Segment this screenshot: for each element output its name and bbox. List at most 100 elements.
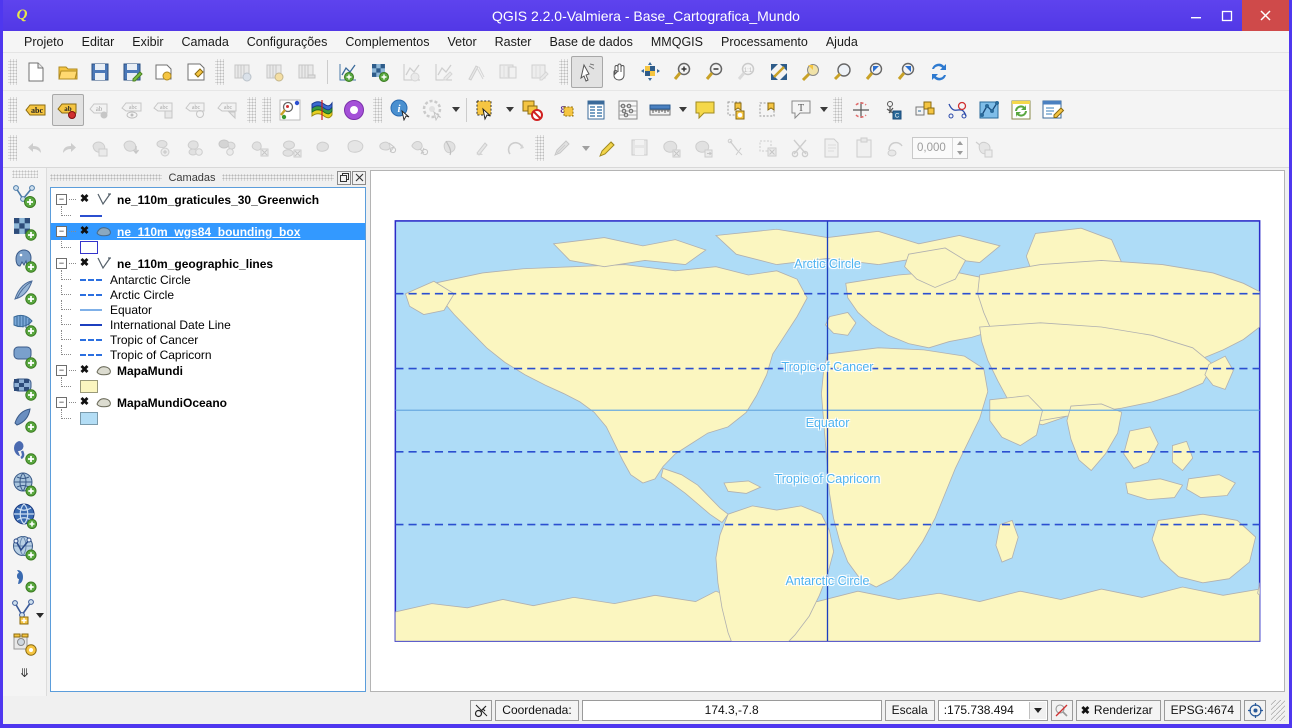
label-move-button[interactable]: ab	[84, 94, 116, 126]
settings-gear-button[interactable]	[338, 94, 370, 126]
text-annotation-button[interactable]: T	[785, 94, 817, 126]
toolbar-grip-3[interactable]	[559, 58, 568, 85]
expander-icon[interactable]: −	[56, 258, 67, 269]
current-edits-button[interactable]	[592, 132, 624, 164]
panel-drag-dots-2[interactable]	[221, 174, 335, 181]
layer-item-graticules[interactable]: − ✖ ne_110m_graticules_30_Greenwich	[51, 191, 365, 208]
zoom-out-button[interactable]	[699, 56, 731, 88]
menu-vetor[interactable]: Vetor	[438, 33, 485, 51]
feature-action-dropdown-caret[interactable]	[449, 94, 462, 126]
layer-item-bounding-box[interactable]: − ✖ ne_110m_wgs84_bounding_box	[51, 223, 365, 240]
edit-form-button[interactable]	[1037, 94, 1069, 126]
label-pinned-button[interactable]: abc	[148, 94, 180, 126]
add-wcs-layer-side-button[interactable]	[8, 372, 42, 404]
spin-arrows[interactable]	[952, 138, 967, 158]
cut-features-button[interactable]	[84, 132, 116, 164]
node-tool-button[interactable]	[973, 94, 1005, 126]
split-features-button[interactable]	[436, 132, 468, 164]
show-bookmarks-button[interactable]	[753, 94, 785, 126]
embed-layers-side-button[interactable]	[8, 628, 42, 660]
menu-base-de-dados[interactable]: Base de dados	[540, 33, 641, 51]
reshape-features-button[interactable]	[941, 94, 973, 126]
copy-button[interactable]	[816, 132, 848, 164]
layer-visibility-checkbox[interactable]: ✖	[78, 193, 91, 206]
menu-mmqgis[interactable]: MMQGIS	[642, 33, 712, 51]
editing-dropdown-caret[interactable]	[579, 132, 592, 164]
add-mssql-layer-side-button[interactable]	[8, 308, 42, 340]
map-copy-button[interactable]	[492, 56, 524, 88]
new-project-button[interactable]	[20, 56, 52, 88]
toolbar-grip-10[interactable]	[535, 135, 544, 161]
refresh-button[interactable]	[923, 56, 955, 88]
add-wms-layer-side-button[interactable]	[8, 468, 42, 500]
snapping-button[interactable]	[880, 132, 912, 164]
fill-ring-button[interactable]	[276, 132, 308, 164]
expander-icon[interactable]: −	[56, 397, 67, 408]
tolerance-spinbox[interactable]: 0,000	[912, 137, 968, 159]
toolbar-grip-5[interactable]	[247, 96, 256, 123]
simplify-feature-button[interactable]	[180, 132, 212, 164]
menu-ajuda[interactable]: Ajuda	[817, 33, 867, 51]
delete-selected-button[interactable]	[752, 132, 784, 164]
print-composer-anchor-button[interactable]	[227, 56, 259, 88]
pan-touch-button[interactable]	[571, 55, 603, 88]
zoom-in-button[interactable]	[667, 56, 699, 88]
scale-combobox[interactable]: :175.738.494	[937, 699, 1048, 721]
layers-tree[interactable]: − ✖ ne_110m_graticules_30_Greenwich − ✖ …	[50, 187, 366, 692]
menu-configuracoes[interactable]: Configurações	[238, 33, 337, 51]
expander-icon[interactable]: −	[56, 365, 67, 376]
map-edit-button[interactable]	[524, 56, 556, 88]
zoom-full-button[interactable]	[763, 56, 795, 88]
layer-edit-button[interactable]	[428, 56, 460, 88]
toolbar-grip[interactable]	[8, 58, 17, 85]
add-raster-layer-button[interactable]	[364, 56, 396, 88]
add-oracle-layer-side-button[interactable]	[8, 340, 42, 372]
layer-item-mapamundioceano[interactable]: − ✖ MapaMundiOceano	[51, 394, 365, 411]
statistics-button[interactable]	[612, 94, 644, 126]
more-tools-icon[interactable]: ⤋	[19, 666, 29, 680]
save-edits-button[interactable]	[624, 132, 656, 164]
add-raster-layer-side-button[interactable]	[8, 212, 42, 244]
new-print-composer-button[interactable]	[148, 56, 180, 88]
toolbar-grip-2[interactable]	[215, 58, 224, 85]
chevron-down-icon[interactable]	[36, 613, 44, 618]
merge-attributes-button[interactable]	[404, 132, 436, 164]
menu-processamento[interactable]: Processamento	[712, 33, 817, 51]
layer-item-geographic-lines[interactable]: − ✖ ne_110m_geographic_lines	[51, 255, 365, 272]
layer-visibility-checkbox[interactable]: ✖	[78, 257, 91, 270]
save-project-as-button[interactable]	[116, 56, 148, 88]
toolbar-grip-4[interactable]	[8, 96, 17, 123]
toolbar-grip-7[interactable]	[373, 96, 382, 123]
identify-features-button[interactable]: i	[385, 94, 417, 126]
node-edit-button[interactable]	[720, 132, 752, 164]
maximize-button[interactable]	[1211, 0, 1242, 31]
zoom-to-layer-button[interactable]	[827, 56, 859, 88]
pan-to-selection-button[interactable]	[635, 56, 667, 88]
vertical-toolbar-grip[interactable]	[11, 170, 38, 178]
add-arcgis-feature-server-side-button[interactable]	[8, 532, 42, 564]
menu-complementos[interactable]: Complementos	[336, 33, 438, 51]
label-show-hide-button[interactable]: abc	[116, 94, 148, 126]
open-project-button[interactable]	[52, 56, 84, 88]
select-features-search-button[interactable]	[274, 94, 306, 126]
expander-icon[interactable]: −	[56, 194, 67, 205]
add-ring-button[interactable]	[212, 132, 244, 164]
layer-style-button[interactable]	[306, 94, 338, 126]
refresh-layer-button[interactable]	[1005, 94, 1037, 126]
zoom-native-button[interactable]: 1:1	[731, 56, 763, 88]
new-bookmark-button[interactable]	[721, 94, 753, 126]
coordinate-value[interactable]: 174.3,-7.8	[581, 699, 882, 721]
add-wfs-layer-side-button[interactable]	[8, 404, 42, 436]
crs-status-icon[interactable]	[1244, 699, 1266, 721]
zoom-to-selection-button[interactable]	[795, 56, 827, 88]
rotate-feature-button[interactable]	[148, 132, 180, 164]
rotate-point-symbols-button[interactable]	[468, 132, 500, 164]
toolbar-grip-6[interactable]	[262, 96, 271, 123]
add-vector-layer-button[interactable]	[332, 56, 364, 88]
paste-button[interactable]	[848, 132, 880, 164]
close-button[interactable]	[1242, 0, 1289, 31]
label-pin-button[interactable]: ab	[52, 93, 84, 126]
annotation-dropdown-caret[interactable]	[817, 94, 830, 126]
attribute-table-button[interactable]	[580, 94, 612, 126]
expander-icon[interactable]: −	[56, 226, 67, 237]
